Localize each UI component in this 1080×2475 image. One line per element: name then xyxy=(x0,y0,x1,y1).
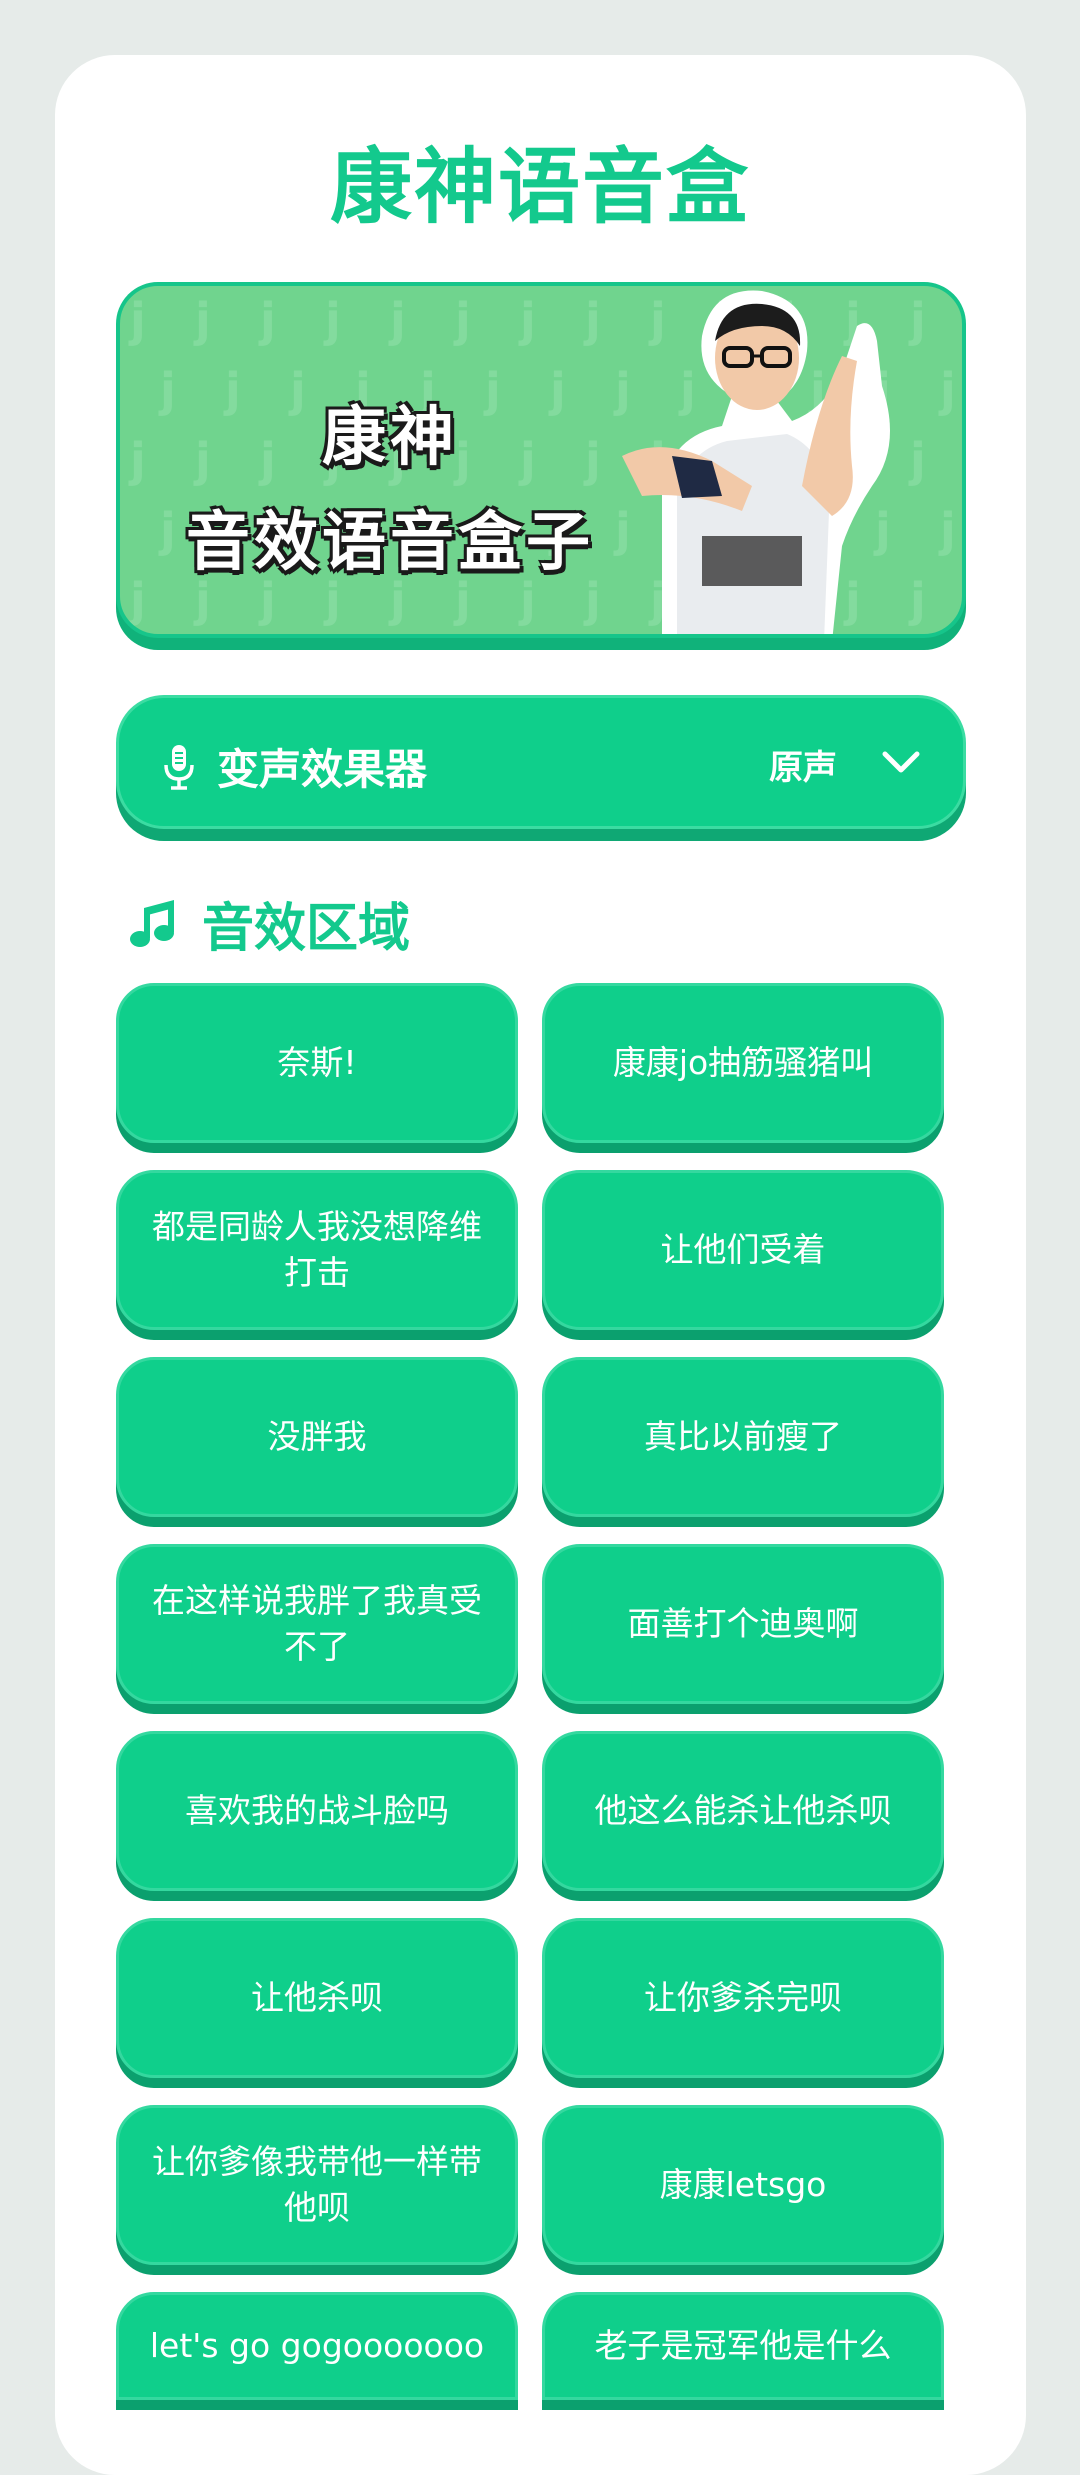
sound-button[interactable]: let's go gogooooooo xyxy=(116,2292,518,2400)
svg-text:j: j xyxy=(908,573,926,627)
sound-button[interactable]: 喜欢我的战斗脸吗 xyxy=(116,1731,518,1891)
voice-changer-value: 原声 xyxy=(769,748,837,788)
section-title: 音效区域 xyxy=(202,898,411,959)
section-header-sounds: 音效区域 xyxy=(126,888,411,959)
svg-text:j: j xyxy=(323,293,341,347)
banner-title-line1: 康神 xyxy=(322,401,458,475)
svg-text:j: j xyxy=(158,503,176,557)
sound-button[interactable]: 康康jo抽筋骚猪叫 xyxy=(542,983,944,1143)
svg-text:j: j xyxy=(388,293,406,347)
svg-text:j: j xyxy=(938,363,956,417)
svg-text:j: j xyxy=(158,363,176,417)
svg-text:j: j xyxy=(193,293,211,347)
banner-person-illustration xyxy=(622,290,890,634)
sound-button[interactable]: 真比以前瘦了 xyxy=(542,1357,944,1517)
app-title: 康神语音盒 xyxy=(329,140,750,235)
svg-text:j: j xyxy=(908,293,926,347)
svg-text:j: j xyxy=(518,293,536,347)
microphone-icon xyxy=(164,745,194,790)
sound-button[interactable]: 老子是冠军他是什么 xyxy=(542,2292,944,2400)
svg-text:j: j xyxy=(128,433,146,487)
voice-changer-label: 变声效果器 xyxy=(217,745,428,794)
svg-text:j: j xyxy=(258,293,276,347)
sound-button[interactable]: 没胖我 xyxy=(116,1357,518,1517)
sound-button[interactable]: 让他杀呗 xyxy=(116,1918,518,2078)
sound-button[interactable]: 奈斯! xyxy=(116,983,518,1143)
svg-text:j: j xyxy=(128,293,146,347)
sound-button[interactable]: 让他们受着 xyxy=(542,1170,944,1330)
chevron-down-icon xyxy=(882,751,920,773)
svg-text:j: j xyxy=(453,293,471,347)
sound-button[interactable]: 他这么能杀让他杀呗 xyxy=(542,1731,944,1891)
sound-button[interactable]: 让你爹杀完呗 xyxy=(542,1918,944,2078)
banner-title-line2: 音效语音盒子 xyxy=(186,506,594,580)
sound-button[interactable]: 在这样说我胖了我真受不了 xyxy=(116,1544,518,1704)
sound-button[interactable]: 康康letsgo xyxy=(542,2105,944,2265)
svg-text:j: j xyxy=(128,573,146,627)
music-note-icon xyxy=(130,900,174,947)
svg-text:j: j xyxy=(583,293,601,347)
svg-text:j: j xyxy=(908,433,926,487)
banner: jjjjjjjjjjjjj jjjjjjjjjjjjj jjjjjjjjjjjj… xyxy=(116,282,966,638)
svg-text:j: j xyxy=(938,503,956,557)
voice-changer-dropdown[interactable]: 变声效果器 原声 xyxy=(116,695,966,829)
sound-button[interactable]: 让你爹像我带他一样带他呗 xyxy=(116,2105,518,2265)
sound-button[interactable]: 都是同龄人我没想降维打击 xyxy=(116,1170,518,1330)
sound-button[interactable]: 面善打个迪奥啊 xyxy=(542,1544,944,1704)
